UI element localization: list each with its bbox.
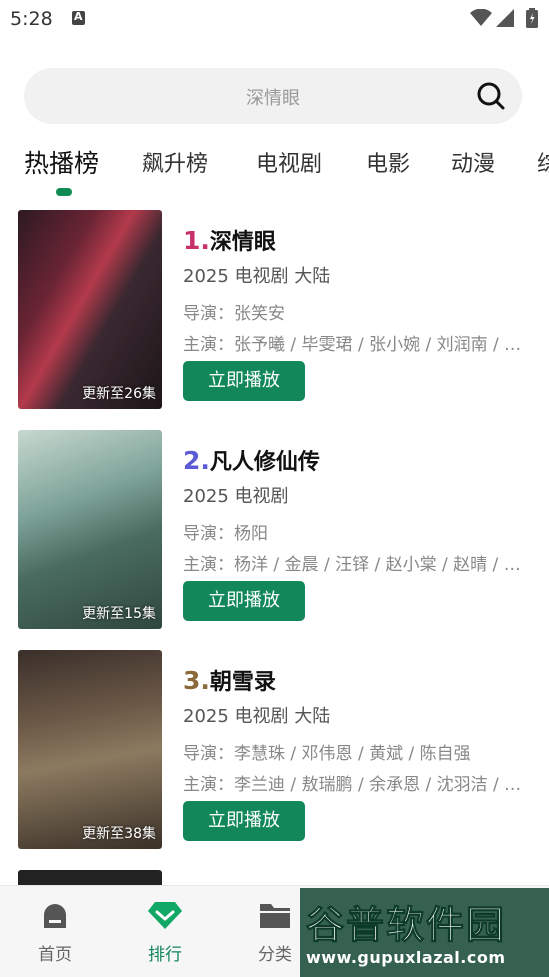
status-bar: 5:28 — [0, 0, 549, 40]
rank-number: 3. — [183, 666, 210, 695]
item-title[interactable]: 1.深情眼 — [183, 224, 276, 256]
rank-number: 2. — [183, 446, 210, 475]
nav-home[interactable]: 首页 — [20, 900, 90, 965]
search-bar[interactable]: 深情眼 — [24, 68, 522, 124]
item-cast: 主演：杨洋 / 金晨 / 汪铎 / 赵小棠 / 赵晴 / 王一菲 — [183, 555, 533, 575]
poster-image[interactable]: 更新至15集 — [18, 430, 162, 629]
folder-icon — [260, 904, 290, 928]
list-item[interactable]: 更新至15集 2.凡人修仙传 2025 电视剧 导演：杨阳 主演：杨洋 / 金晨… — [0, 430, 549, 630]
item-title[interactable]: 2.凡人修仙传 — [183, 444, 320, 476]
tab-hot[interactable]: 热播榜 — [24, 144, 99, 180]
tab-movie[interactable]: 电影 — [366, 146, 410, 178]
wifi-icon — [470, 9, 492, 26]
item-meta: 2025 电视剧 大陆 — [183, 266, 331, 287]
notification-a-icon — [72, 10, 85, 25]
tab-variety[interactable]: 综 — [537, 146, 549, 178]
item-meta: 2025 电视剧 大陆 — [183, 706, 331, 727]
search-placeholder: 深情眼 — [246, 88, 300, 109]
tab-anime[interactable]: 动漫 — [451, 146, 495, 178]
signal-icon — [496, 9, 514, 27]
home-icon — [44, 904, 66, 928]
watermark-logo: 谷普软件园 www.gupuxlazal.com — [300, 888, 549, 977]
poster-image[interactable]: 更新至38集 — [18, 650, 162, 849]
item-title[interactable]: 3.朝雪录 — [183, 664, 276, 696]
item-director: 导演：杨阳 — [183, 524, 268, 544]
title-text: 深情眼 — [209, 230, 276, 255]
play-button[interactable]: 立即播放 — [183, 581, 305, 621]
status-time: 5:28 — [10, 8, 53, 30]
title-text: 朝雪录 — [209, 670, 276, 695]
item-director: 导演：张笑安 — [183, 304, 285, 324]
tab-indicator — [56, 188, 72, 196]
tab-rising[interactable]: 飙升榜 — [142, 146, 208, 178]
play-button[interactable]: 立即播放 — [183, 361, 305, 401]
poster-image[interactable]: 更新至26集 — [18, 210, 162, 409]
battery-icon — [526, 8, 538, 28]
category-tabs: 热播榜 飙升榜 电视剧 电影 动漫 综 — [0, 140, 549, 200]
nav-ranking[interactable]: 排行 — [130, 900, 200, 965]
item-meta: 2025 电视剧 — [183, 486, 289, 507]
list-item[interactable]: 更新至26集 1.深情眼 2025 电视剧 大陆 导演：张笑安 主演：张予曦 /… — [0, 210, 549, 410]
title-text: 凡人修仙传 — [209, 450, 320, 475]
item-director: 导演：李慧珠 / 邓伟恩 / 黄斌 / 陈自强 — [183, 744, 471, 764]
play-button[interactable]: 立即播放 — [183, 801, 305, 841]
item-cast: 主演：张予曦 / 毕雯珺 / 张小婉 / 刘润南 / 李梦 — [183, 335, 533, 355]
episode-label: 更新至38集 — [82, 826, 156, 842]
nav-home-label: 首页 — [38, 945, 72, 965]
nav-ranking-label: 排行 — [148, 945, 182, 965]
rank-number: 1. — [183, 226, 210, 255]
list-item[interactable]: 更新至38集 3.朝雪录 2025 电视剧 大陆 导演：李慧珠 / 邓伟恩 / … — [0, 650, 549, 850]
episode-label: 更新至26集 — [82, 386, 156, 402]
ranking-icon — [148, 902, 182, 929]
item-cast: 主演：李兰迪 / 敖瑞鹏 / 余承恩 / 沈羽洁 / 王小 — [183, 775, 533, 795]
episode-label: 更新至15集 — [82, 606, 156, 622]
tab-tv[interactable]: 电视剧 — [256, 146, 322, 178]
search-icon[interactable] — [476, 81, 506, 111]
watermark-title: 谷普软件园 — [305, 903, 507, 948]
watermark-url: www.gupuxlazal.com — [306, 948, 506, 967]
